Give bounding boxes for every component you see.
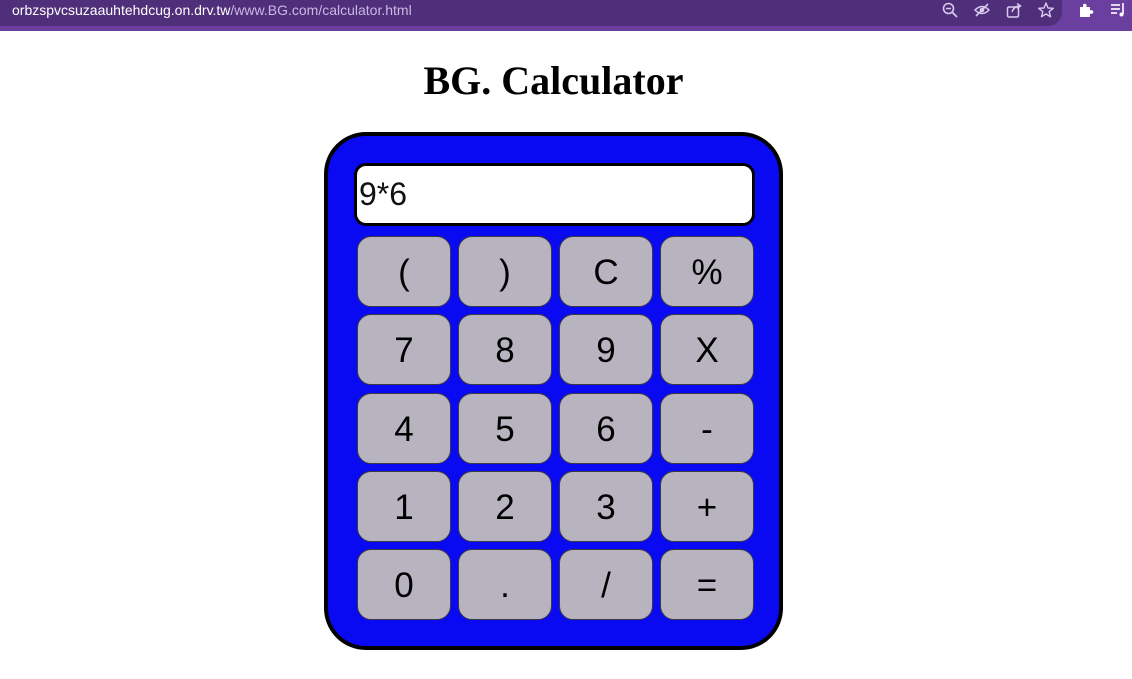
address-bar[interactable]: orbzspvcsuzaauhtehdcug.on.drv.tw/www.BG.… xyxy=(0,0,1062,26)
reading-list-icon[interactable] xyxy=(1109,1,1127,19)
key-5[interactable]: 5 xyxy=(458,392,552,464)
key-6[interactable]: 6 xyxy=(559,392,653,464)
bookmark-star-icon[interactable] xyxy=(1037,1,1055,19)
key-equals[interactable]: = xyxy=(660,549,754,621)
key-multiply[interactable]: X xyxy=(660,314,754,386)
key-1[interactable]: 1 xyxy=(357,470,451,542)
key-2[interactable]: 2 xyxy=(458,470,552,542)
share-icon[interactable] xyxy=(1005,1,1023,19)
key-7[interactable]: 7 xyxy=(357,314,451,386)
key-0[interactable]: 0 xyxy=(357,549,451,621)
key-decimal[interactable]: . xyxy=(458,549,552,621)
url-text[interactable]: orbzspvcsuzaauhtehdcug.on.drv.tw/www.BG.… xyxy=(12,1,412,19)
url-host: orbzspvcsuzaauhtehdcug.on.drv.tw xyxy=(12,2,231,18)
page-title: BG. Calculator xyxy=(423,58,684,103)
eye-off-icon[interactable] xyxy=(973,1,991,19)
key-percent[interactable]: % xyxy=(660,236,754,307)
url-path: /www.BG.com/calculator.html xyxy=(230,2,412,18)
key-add[interactable]: + xyxy=(660,470,754,542)
calculator-body: 9*6 ( ) C % 7 8 9 X 4 5 6 - 1 2 3 + 0 . … xyxy=(324,132,783,650)
key-divide[interactable]: / xyxy=(559,549,653,621)
key-8[interactable]: 8 xyxy=(458,314,552,386)
key-9[interactable]: 9 xyxy=(559,314,653,386)
extensions-puzzle-icon[interactable] xyxy=(1077,1,1095,19)
key-close-paren[interactable]: ) xyxy=(458,236,552,307)
calculator-display[interactable]: 9*6 xyxy=(354,163,755,226)
key-clear[interactable]: C xyxy=(559,236,653,307)
key-subtract[interactable]: - xyxy=(660,392,754,464)
key-4[interactable]: 4 xyxy=(357,392,451,464)
key-open-paren[interactable]: ( xyxy=(357,236,451,307)
zoom-out-icon[interactable] xyxy=(941,1,959,19)
key-3[interactable]: 3 xyxy=(559,470,653,542)
keypad: ( ) C % 7 8 9 X 4 5 6 - 1 2 3 + 0 . / = xyxy=(357,236,754,621)
